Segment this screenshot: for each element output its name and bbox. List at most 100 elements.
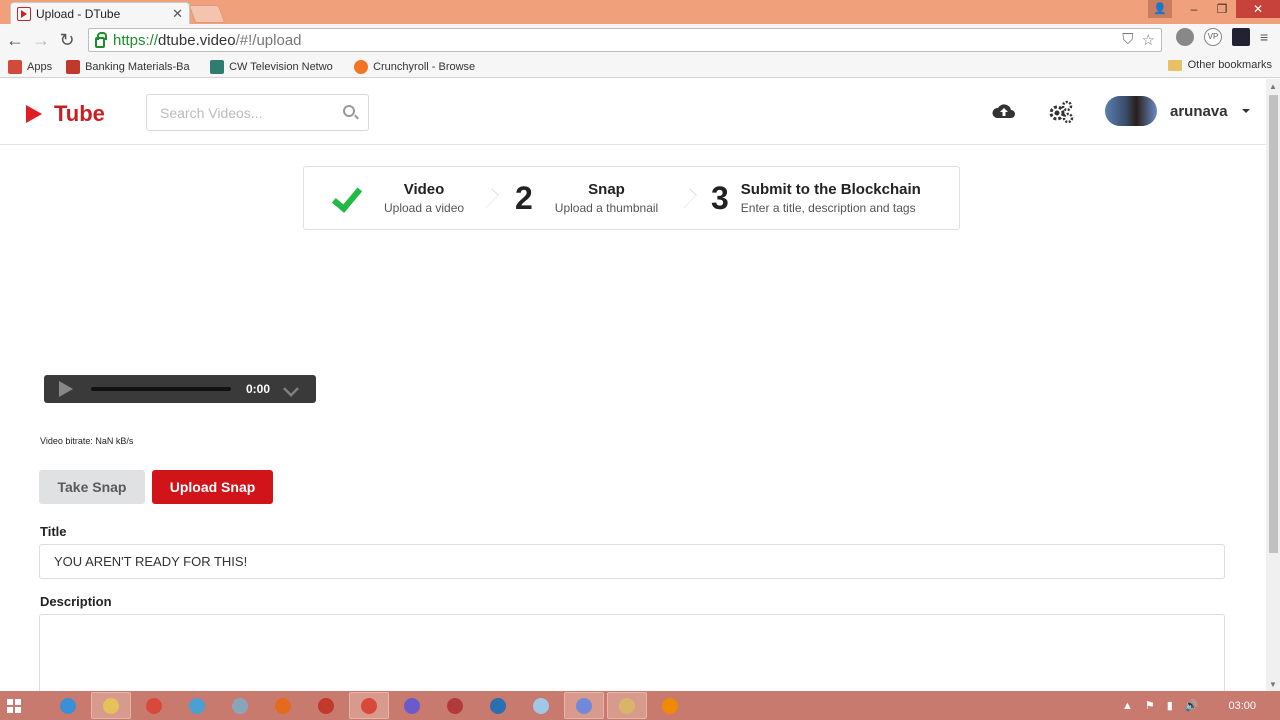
taskbar-app[interactable] — [564, 692, 604, 719]
take-snap-button[interactable]: Take Snap — [39, 470, 145, 504]
taskbar-app[interactable] — [349, 692, 389, 719]
bookmark-star-icon[interactable]: ☆ — [1142, 31, 1155, 49]
action-center-flag-icon[interactable]: ⚑ — [1145, 699, 1155, 712]
taskbar-app[interactable] — [220, 692, 260, 719]
profile-icon[interactable]: 👤 — [1148, 0, 1172, 18]
settings-gears-icon[interactable] — [1048, 99, 1074, 125]
taskbar-app[interactable] — [306, 692, 346, 719]
restore-button[interactable]: ❐ — [1208, 0, 1236, 18]
chevron-down-icon — [1241, 109, 1250, 113]
taskbar-app[interactable] — [521, 692, 561, 719]
lock-icon — [95, 31, 107, 48]
bookmark-label: Crunchyroll - Browse — [373, 60, 476, 73]
taskbar-app[interactable] — [91, 692, 131, 719]
description-textarea[interactable] — [39, 614, 1225, 691]
play-icon[interactable] — [59, 381, 73, 397]
current-time: 0:00 — [246, 382, 271, 396]
taskbar-app[interactable] — [48, 692, 88, 719]
step-title: Snap — [588, 181, 625, 198]
taskbar-app[interactable] — [607, 692, 647, 719]
ie-icon — [60, 697, 76, 714]
checkmark-icon — [332, 183, 362, 213]
forward-arrow-icon[interactable]: → — [30, 30, 52, 51]
scroll-up-arrow-icon[interactable]: ▲ — [1269, 82, 1277, 91]
site-header: Tube arunava — [0, 79, 1266, 145]
browser-titlebar: Upload - DTube ✕ 👤 – ❐ ✕ — [0, 0, 1280, 24]
extension-dark-icon[interactable] — [1232, 28, 1250, 46]
scrollbar-thumb[interactable] — [1269, 95, 1278, 553]
extension-vp-icon[interactable]: VP — [1204, 28, 1222, 46]
volume-icon[interactable]: 🔊 — [1185, 699, 1199, 712]
seek-bar[interactable] — [91, 387, 231, 391]
taskbar-app[interactable] — [134, 692, 174, 719]
other-bookmarks[interactable]: Other bookmarks — [1167, 59, 1272, 71]
close-window-button[interactable]: ✕ — [1236, 0, 1280, 18]
network-icon[interactable]: ▮ — [1167, 699, 1173, 712]
bookmark-apps[interactable]: Apps — [8, 59, 53, 74]
title-input[interactable] — [39, 544, 1225, 579]
video-bitrate: Video bitrate: NaN kB/s — [40, 436, 134, 446]
scroll-down-arrow-icon[interactable]: ▼ — [1269, 680, 1277, 689]
search-icon[interactable] — [343, 105, 355, 117]
step-description: Enter a title, description and tags — [740, 201, 916, 215]
url-scheme: https:// — [113, 31, 159, 49]
app-circle-icon — [447, 697, 463, 714]
step-number: 2 — [515, 179, 533, 216]
minimize-button[interactable]: – — [1180, 0, 1208, 18]
browser-tab[interactable]: Upload - DTube ✕ — [10, 2, 190, 24]
reload-icon[interactable]: ↻ — [56, 30, 78, 51]
taskbar-app[interactable] — [177, 692, 217, 719]
bookmark-banking[interactable]: Banking Materials-Ba — [66, 59, 196, 74]
bank-icon — [66, 59, 81, 74]
dtube-page: Tube arunava Video Upload a video — [0, 79, 1266, 691]
bookmark-label: Apps — [27, 60, 53, 73]
taskbar-app[interactable] — [650, 692, 690, 719]
volume-muted-icon[interactable] — [283, 381, 299, 397]
extension-globe-icon[interactable] — [1176, 28, 1194, 46]
taskbar-app[interactable] — [263, 692, 303, 719]
address-bar[interactable]: https:// dtube.video /#!/upload ⛉ ☆ — [88, 28, 1162, 52]
title-label: Title — [40, 524, 67, 539]
bookmark-label: CW Television Netwo — [229, 60, 333, 73]
bookmarks-bar: Apps Banking Materials-Ba CW Television … — [0, 56, 1280, 78]
tab-close-icon[interactable]: ✕ — [172, 6, 183, 22]
step-title: Video — [403, 181, 445, 198]
search-input[interactable] — [146, 94, 369, 131]
chrome-icon — [146, 697, 162, 714]
new-tab-button[interactable] — [188, 5, 226, 23]
avatar — [1105, 96, 1157, 126]
windows-start-icon[interactable] — [0, 691, 28, 720]
shield-icon[interactable]: ⛉ — [1122, 31, 1133, 49]
bookmark-label: Banking Materials-Ba — [85, 60, 190, 73]
step-snap: 2 Snap Upload a thumbnail — [489, 167, 697, 229]
user-menu[interactable]: arunava — [1105, 96, 1250, 126]
bookmark-cw[interactable]: CW Television Netwo — [210, 59, 340, 74]
tray-expand-icon[interactable]: ▲ — [1122, 700, 1133, 712]
paint-icon — [619, 697, 635, 714]
notepad-icon — [533, 697, 549, 714]
explorer-icon — [103, 697, 119, 714]
upload-snap-button[interactable]: Upload Snap — [152, 470, 273, 504]
back-arrow-icon[interactable]: ← — [4, 30, 26, 51]
step-title: Submit to the Blockchain — [740, 181, 921, 198]
step-description: Upload a thumbnail — [554, 201, 659, 215]
description-label: Description — [40, 594, 112, 609]
window-controls: 👤 – ❐ ✕ — [1148, 0, 1280, 18]
windows-taskbar: ▲ ⚑ ▮ 🔊 03:00 — [0, 691, 1280, 720]
url-path: /#!/upload — [235, 31, 302, 49]
other-bookmarks-label: Other bookmarks — [1187, 59, 1272, 71]
discord-icon — [576, 697, 592, 714]
step-video: Video Upload a video — [304, 167, 499, 229]
page-scrollbar[interactable]: ▲ ▼ — [1266, 79, 1280, 691]
step-submit: 3 Submit to the Blockchain Enter a title… — [687, 167, 959, 229]
bookmark-crunchyroll[interactable]: Crunchyroll - Browse — [354, 59, 484, 74]
browser-menu-icon[interactable]: ≡ — [1260, 28, 1274, 46]
taskbar-app[interactable] — [478, 692, 518, 719]
cloud-upload-icon[interactable] — [991, 99, 1017, 125]
taskbar-app[interactable] — [435, 692, 475, 719]
video-player[interactable]: 0:00 — [44, 375, 316, 403]
upload-steps: Video Upload a video 2 Snap Upload a thu… — [303, 166, 960, 230]
dtube-logo[interactable]: Tube — [26, 101, 105, 127]
tab-title: Upload - DTube — [36, 6, 121, 21]
taskbar-app[interactable] — [392, 692, 432, 719]
